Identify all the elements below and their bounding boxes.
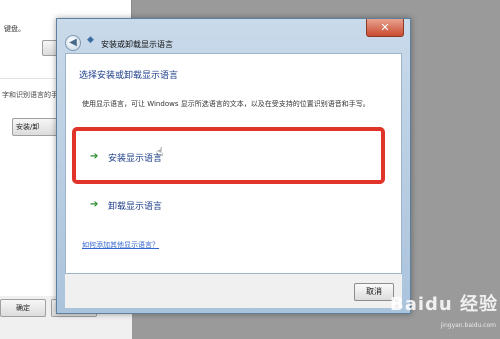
baidu-watermark: Baidu 经验 <box>389 294 498 315</box>
install-uninstall-button[interactable]: 安装/卸 <box>12 118 62 136</box>
uninstall-display-language-option[interactable]: ➔ 卸载显示语言 <box>80 193 390 219</box>
back-arrow-icon[interactable]: ◀ <box>65 35 81 51</box>
ok-button[interactable]: 确定 <box>0 299 46 317</box>
watermark-url: jingyan.baidu.com <box>440 322 496 329</box>
green-arrow-icon: ➔ <box>90 199 99 210</box>
background-text: 键盘。 <box>4 25 25 33</box>
page-heading: 选择安装或卸载显示语言 <box>79 71 179 81</box>
page-description: 使用显示语言，可让 Windows 显示所选语言的文本，以及在受支持的位置识别语… <box>82 100 370 108</box>
help-link[interactable]: 如何添加其他显示语言？ <box>82 240 159 250</box>
window-title: 安装或卸载显示语言 <box>101 40 173 49</box>
red-highlight-box <box>72 127 385 184</box>
close-button[interactable]: ✕ <box>366 19 404 37</box>
language-icon: ◆ <box>87 35 94 45</box>
dialog-footer: 取消 <box>65 274 402 308</box>
option-label: 卸载显示语言 <box>108 202 163 212</box>
